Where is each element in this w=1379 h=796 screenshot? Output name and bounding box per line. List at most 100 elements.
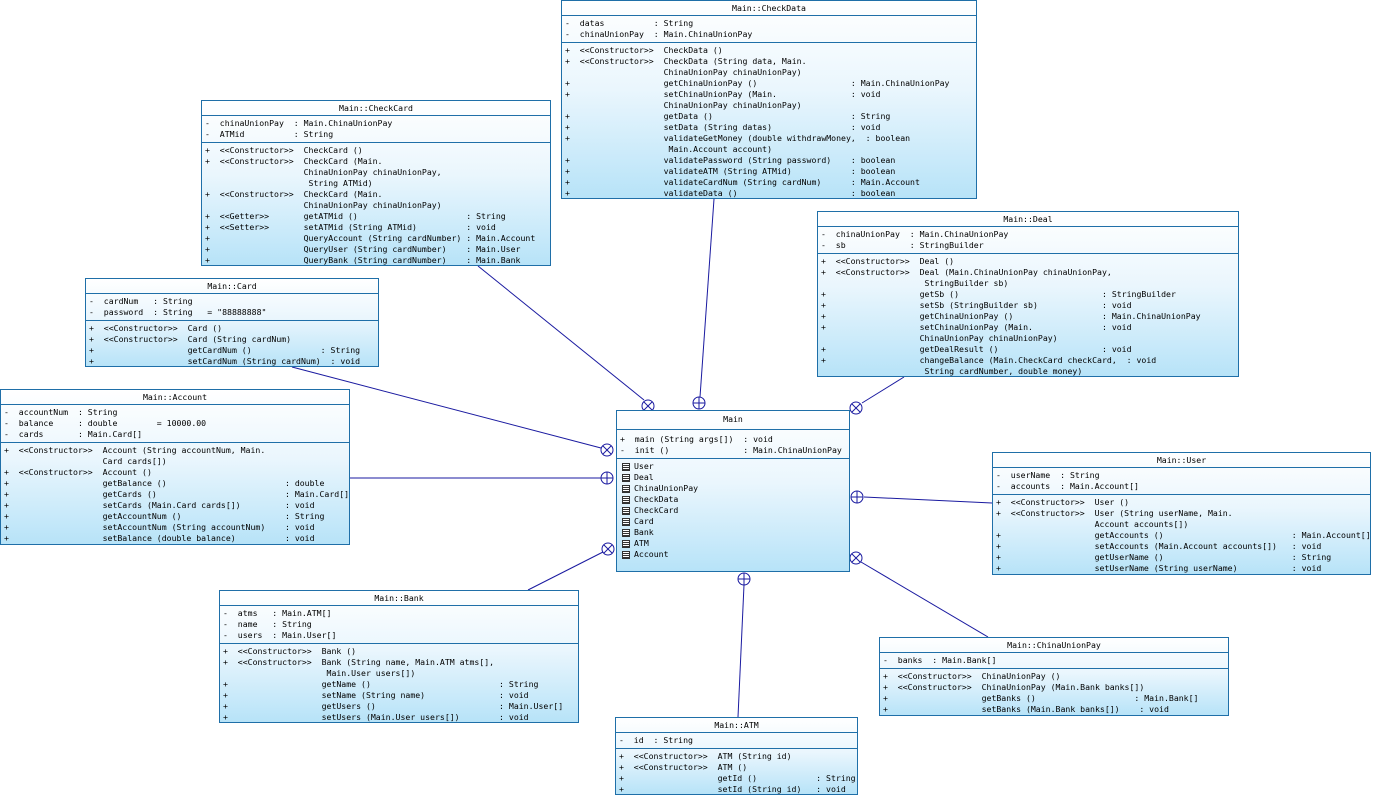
nested-class-item[interactable]: Card [620, 516, 846, 527]
nested-class-icon [622, 528, 630, 537]
attribute: - sb : StringBuilder [821, 240, 984, 250]
operation: + QueryAccount (String cardNumber) : Mai… [205, 233, 536, 243]
class-title: Main::CheckCard [202, 101, 550, 116]
link-deal [861, 376, 905, 404]
operation: + getAccounts () : Main.Account[] [996, 530, 1371, 540]
operation: + <<Setter>> setATMid (String ATMid) : v… [205, 222, 496, 232]
operation: + <<Constructor>> Card () [89, 323, 223, 333]
operation: ChinaUnionPay chinaUnionPay, [205, 167, 442, 177]
nested-class-item[interactable]: ATM [620, 538, 846, 549]
operation: + QueryBank (String cardNumber) : Main.B… [205, 255, 521, 265]
attribute: - datas : String [565, 18, 694, 28]
anchor-bank-icon [601, 542, 615, 556]
attribute: - chinaUnionPay : Main.ChinaUnionPay [821, 229, 1009, 239]
operation: + <<Constructor>> Deal () [821, 256, 955, 266]
operation: Main.Account account) [565, 144, 773, 154]
class-title: Main::ATM [616, 718, 857, 733]
anchor-account-icon [600, 471, 614, 485]
link-atm [737, 584, 745, 718]
attributes-compartment: - cardNum : String - password : String =… [86, 294, 378, 321]
operation: + <<Constructor>> Bank (String name, Mai… [223, 657, 495, 667]
class-bank[interactable]: Main::Bank - atms : Main.ATM[] - name : … [219, 590, 579, 723]
nested-class-item[interactable]: CheckCard [620, 505, 846, 516]
operation: + <<Constructor>> CheckData (String data… [565, 56, 807, 66]
operation: + <<Getter>> getATMid () : String [205, 211, 506, 221]
operations-compartment: + <<Constructor>> ATM (String id) + <<Co… [616, 749, 857, 794]
operation: + setName (String name) : void [223, 690, 529, 700]
operation: + getAccountNum () : String [4, 511, 325, 521]
nested-class-label: Account [634, 549, 669, 559]
attribute: - chinaUnionPay : Main.ChinaUnionPay [205, 118, 393, 128]
operation: + getUsers () : Main.User[] [223, 701, 564, 711]
class-card[interactable]: Main::Card - cardNum : String - password… [85, 278, 379, 367]
operation: + validateCardNum (String cardNum) : Mai… [565, 177, 920, 187]
nested-class-item[interactable]: Account [620, 549, 846, 560]
class-checkdata[interactable]: Main::CheckData - datas : String - china… [561, 0, 977, 199]
attribute: - name : String [223, 619, 312, 629]
nested-class-item[interactable]: ChinaUnionPay [620, 483, 846, 494]
link-checkcard [477, 265, 645, 401]
operation: + getSb () : StringBuilder [821, 289, 1176, 299]
class-deal[interactable]: Main::Deal - chinaUnionPay : Main.ChinaU… [817, 211, 1239, 377]
class-title: Main::Bank [220, 591, 578, 606]
attributes-compartment: - atms : Main.ATM[] - name : String - us… [220, 606, 578, 644]
nested-class-item[interactable]: User [620, 461, 846, 472]
attribute: - accounts : Main.Account[] [996, 481, 1139, 491]
operation: + getCardNum () : String [89, 345, 361, 355]
attribute: - chinaUnionPay : Main.ChinaUnionPay [565, 29, 753, 39]
operation: + <<Constructor>> ChinaUnionPay () [883, 671, 1061, 681]
operations-compartment: + main (String args[]) : void - init () … [617, 430, 849, 459]
anchor-atm-icon [737, 572, 751, 586]
class-user[interactable]: Main::User - userName : String - account… [992, 452, 1371, 575]
anchor-deal-icon [849, 401, 863, 415]
operation: + setUsers (Main.User users[]) : void [223, 712, 529, 722]
operation: + setId (String id) : void [619, 784, 846, 794]
link-user [863, 496, 993, 504]
nested-class-item[interactable]: Deal [620, 472, 846, 483]
attribute: - password : String = "88888888" [89, 307, 267, 317]
nested-class-icon [622, 473, 630, 482]
nested-class-icon [622, 495, 630, 504]
operation: + getChinaUnionPay () : Main.ChinaUnionP… [821, 311, 1201, 321]
anchor-card-icon [600, 443, 614, 457]
operation: Card cards[]) [4, 456, 167, 466]
operations-compartment: + <<Constructor>> User () + <<Constructo… [993, 495, 1371, 574]
class-account[interactable]: Main::Account - accountNum : String - ba… [0, 389, 350, 545]
class-atm[interactable]: Main::ATM - id : String + <<Constructor>… [615, 717, 858, 795]
attribute: - banks : Main.Bank[] [883, 655, 997, 665]
operations-compartment: + <<Constructor>> Card () + <<Constructo… [86, 321, 378, 366]
operation: + <<Constructor>> ATM (String id) [619, 751, 792, 761]
attribute: - accountNum : String [4, 407, 118, 417]
operation: Account accounts[]) [996, 519, 1189, 529]
attributes-compartment: - banks : Main.Bank[] [880, 653, 1228, 669]
attribute: - balance : double = 10000.00 [4, 418, 207, 428]
operations-compartment: + <<Constructor>> ChinaUnionPay () + <<C… [880, 669, 1228, 715]
anchor-checkdata-icon [692, 396, 706, 410]
operation: + setChinaUnionPay (Main. : void [821, 322, 1132, 332]
class-checkcard[interactable]: Main::CheckCard - chinaUnionPay : Main.C… [201, 100, 551, 266]
operations-compartment: + <<Constructor>> CheckData () + <<Const… [562, 43, 976, 198]
operation: + <<Constructor>> User () [996, 497, 1130, 507]
attribute: - userName : String [996, 470, 1100, 480]
operations-compartment: + <<Constructor>> CheckCard () + <<Const… [202, 143, 550, 265]
operation: + changeBalance (Main.CheckCard checkCar… [821, 355, 1157, 365]
attribute: - cards : Main.Card[] [4, 429, 143, 439]
class-main[interactable]: Main + main (String args[]) : void - ini… [616, 410, 850, 572]
operation: + <<Constructor>> CheckData () [565, 45, 723, 55]
operation: + getDealResult () : void [821, 344, 1132, 354]
class-chinaunionpay[interactable]: Main::ChinaUnionPay - banks : Main.Bank[… [879, 637, 1229, 716]
nested-class-item[interactable]: CheckData [620, 494, 846, 505]
operation: + setCards (Main.Card cards[]) : void [4, 500, 315, 510]
operation: StringBuilder sb) [821, 278, 1009, 288]
attribute: - id : String [619, 735, 693, 745]
operation: + getBanks () : Main.Bank[] [883, 693, 1199, 703]
operation: + <<Constructor>> CheckCard (Main. [205, 189, 383, 199]
operation: + validateATM (String ATMid) : boolean [565, 166, 896, 176]
operation: ChinaUnionPay chinaUnionPay) [821, 333, 1058, 343]
class-title: Main::Card [86, 279, 378, 294]
operation: + getName () : String [223, 679, 539, 689]
nested-class-icon [622, 517, 630, 526]
nested-class-item[interactable]: Bank [620, 527, 846, 538]
link-bank [527, 551, 604, 591]
operation: + <<Constructor>> Deal (Main.ChinaUnionP… [821, 267, 1112, 277]
